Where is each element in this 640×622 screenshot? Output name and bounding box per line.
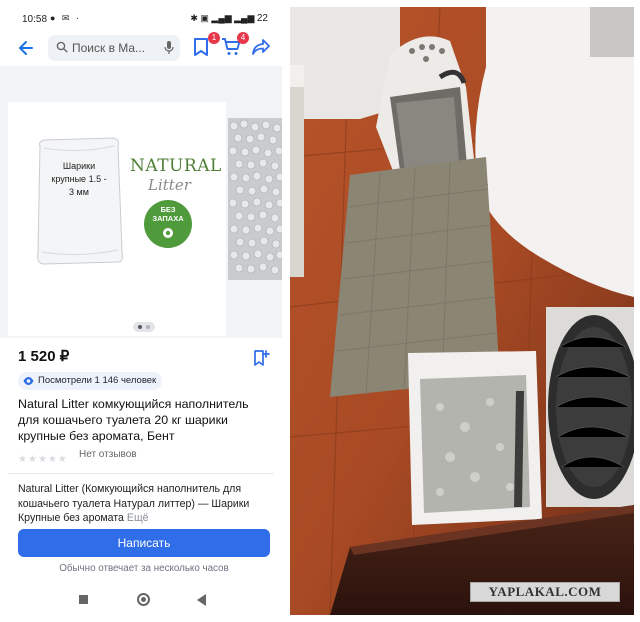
search-placeholder: Поиск в Ма... — [72, 41, 146, 55]
mic-icon[interactable] — [164, 40, 174, 55]
views-text: Посмотрели 1 146 человек — [38, 375, 157, 386]
back-button[interactable] — [16, 38, 38, 60]
share-button[interactable] — [251, 37, 273, 59]
eye-icon — [23, 377, 34, 385]
no-odor-seal-text: БЕЗ ЗАПАХА — [152, 205, 184, 223]
star-icon: ★ — [47, 454, 57, 465]
rating-stars: ★★★★★ — [18, 449, 68, 465]
product-image[interactable] — [8, 102, 226, 336]
notification-icons: ● ✉ · — [50, 13, 81, 23]
star-icon: ★ — [18, 454, 27, 465]
share-icon — [252, 39, 270, 55]
product-title: Natural Litter комкующийся наполнитель д… — [18, 397, 249, 443]
views-badge: Посмотрели 1 146 человек — [18, 372, 163, 390]
description-more-link[interactable]: Ещё — [127, 512, 149, 524]
battery-level: 22 — [256, 13, 268, 24]
back-triangle-icon[interactable] — [197, 594, 206, 606]
brand-logo-line2: Litter — [148, 176, 191, 194]
marketplace-screenshot: 10:58 ● ✉ · ✱ ▣ ▂▄▆ ▂▄▆ 22 Поиск в Ма... — [0, 0, 282, 622]
divider — [8, 473, 274, 474]
product-description: Natural Litter (Комкующийся наполнитель … — [18, 482, 270, 526]
reply-time-note: Обычно отвечает за несколько часов — [59, 563, 229, 574]
status-indicators: ✱ ▣ ▂▄▆ ▂▄▆ 22 — [190, 13, 268, 24]
back-arrow-icon — [19, 41, 33, 55]
favorites-button[interactable]: 1 — [192, 32, 220, 59]
home-icon[interactable] — [137, 593, 150, 606]
write-message-button[interactable]: Написать — [18, 529, 270, 557]
bookmark-icon — [194, 38, 208, 56]
system-nav-bar — [0, 588, 282, 612]
cart-button[interactable]: 4 — [221, 32, 249, 59]
gallery-dot[interactable] — [146, 325, 150, 329]
status-time: 10:58 — [22, 14, 48, 25]
site-watermark: YAPLAKAL.COM — [470, 582, 620, 602]
top-bar: Поиск в Ма... 1 4 — [0, 30, 282, 66]
product-price: 1 520 ₽ — [18, 348, 70, 365]
litter-bag-illustration — [37, 137, 123, 265]
granules-image[interactable] — [228, 118, 282, 280]
search-icon — [56, 41, 68, 53]
brand-logo-line1: NATURAL — [130, 156, 222, 176]
gallery-pagination[interactable] — [133, 322, 155, 332]
favorites-badge: 1 — [208, 32, 220, 44]
star-icon: ★ — [37, 454, 47, 465]
reviews-link[interactable]: Нет отзывов — [79, 449, 137, 460]
signal-icons: ✱ ▣ ▂▄▆ ▂▄▆ — [190, 13, 255, 23]
gallery-dot-active[interactable] — [138, 325, 142, 329]
status-bar: 10:58 ● ✉ · ✱ ▣ ▂▄▆ ▂▄▆ 22 — [0, 0, 282, 34]
cart-badge: 4 — [237, 32, 249, 44]
star-icon: ★ — [27, 454, 37, 465]
bag-label: Шарики крупные 1.5 - 3 мм — [51, 161, 107, 197]
leaf-icon — [163, 228, 173, 238]
recents-icon[interactable] — [79, 595, 88, 604]
bookmark-add-icon[interactable] — [252, 349, 270, 367]
star-icon: ★ — [57, 454, 67, 465]
search-input[interactable]: Поиск в Ма... — [48, 35, 180, 61]
bathroom-photo — [290, 7, 634, 615]
